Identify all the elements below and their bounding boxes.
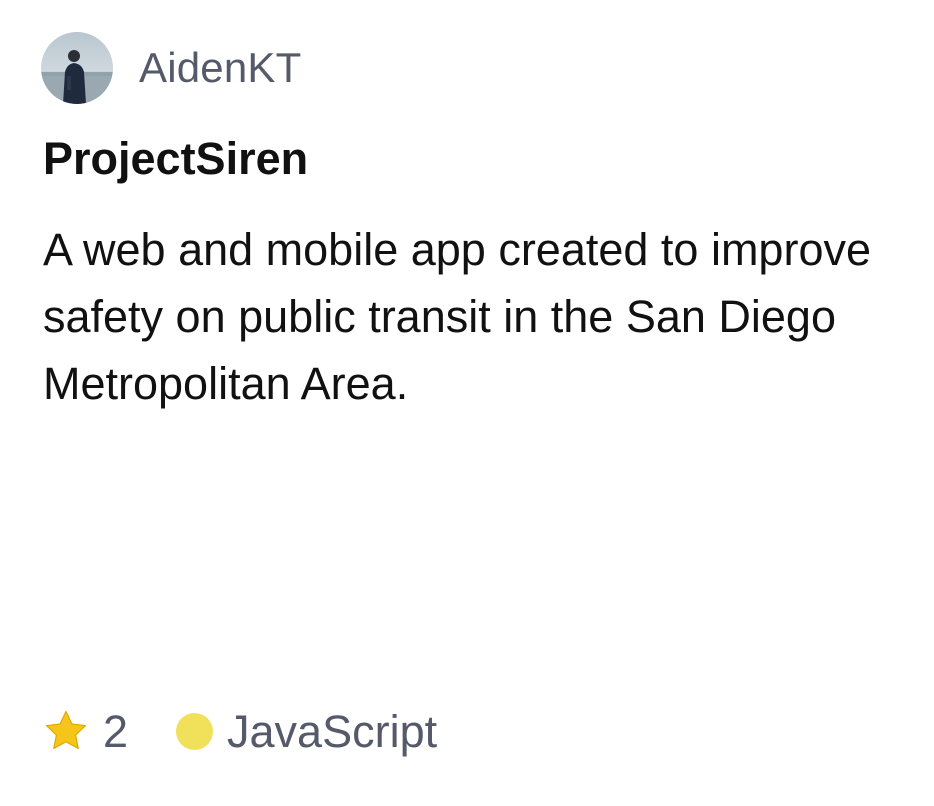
repo-meta: 2 JavaScript bbox=[43, 704, 437, 758]
repo-name[interactable]: ProjectSiren bbox=[43, 134, 308, 184]
owner-avatar[interactable] bbox=[41, 32, 113, 104]
owner-name[interactable]: AidenKT bbox=[139, 47, 302, 89]
language-color-dot bbox=[176, 712, 214, 750]
repo-card[interactable]: AidenKT ProjectSiren A web and mobile ap… bbox=[0, 0, 934, 806]
language-name: JavaScript bbox=[227, 705, 438, 757]
star-icon bbox=[45, 710, 87, 750]
repo-description: A web and mobile app created to improve … bbox=[43, 224, 871, 409]
repo-owner[interactable]: AidenKT bbox=[41, 32, 302, 104]
star-count: 2 bbox=[103, 705, 129, 757]
avatar-photo-icon bbox=[41, 32, 113, 104]
